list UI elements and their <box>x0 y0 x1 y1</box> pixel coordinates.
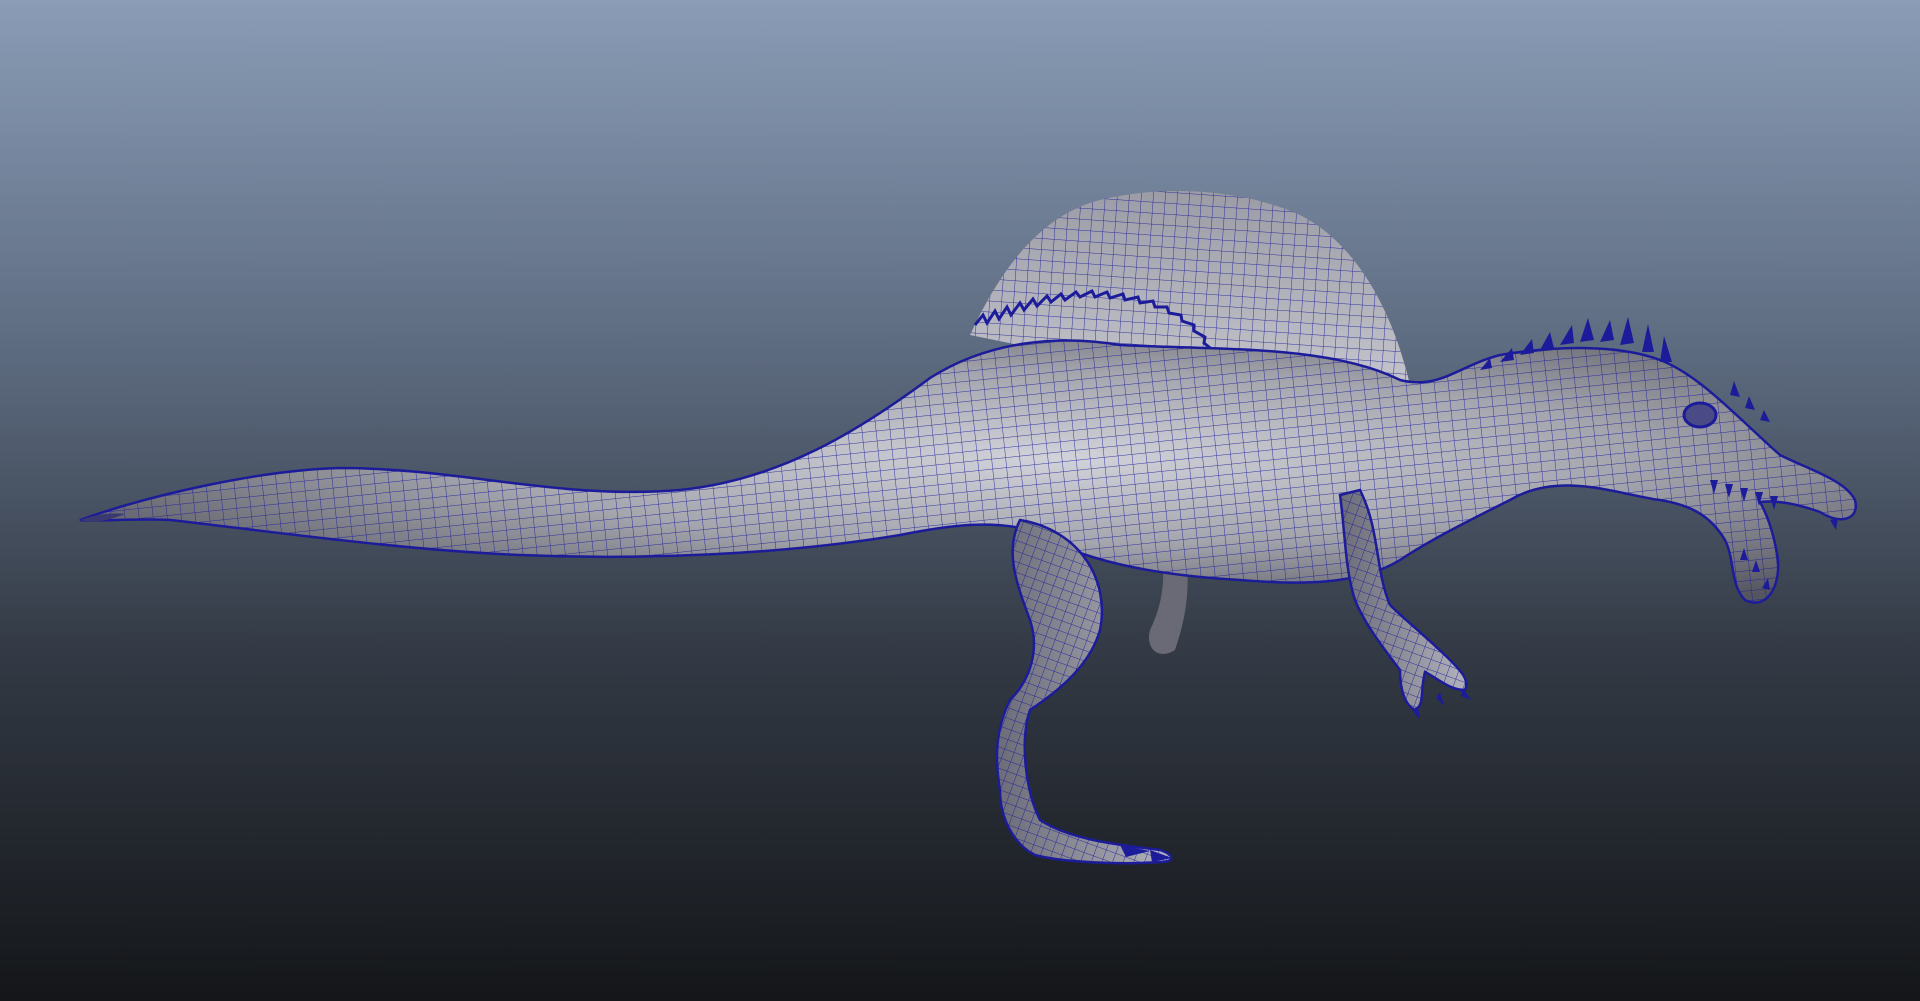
hind-leg-near <box>995 518 1173 865</box>
3d-viewport[interactable] <box>0 0 1920 1001</box>
eye <box>1682 401 1718 429</box>
body-mesh <box>79 339 1858 604</box>
dinosaur-model[interactable] <box>0 0 1920 1001</box>
